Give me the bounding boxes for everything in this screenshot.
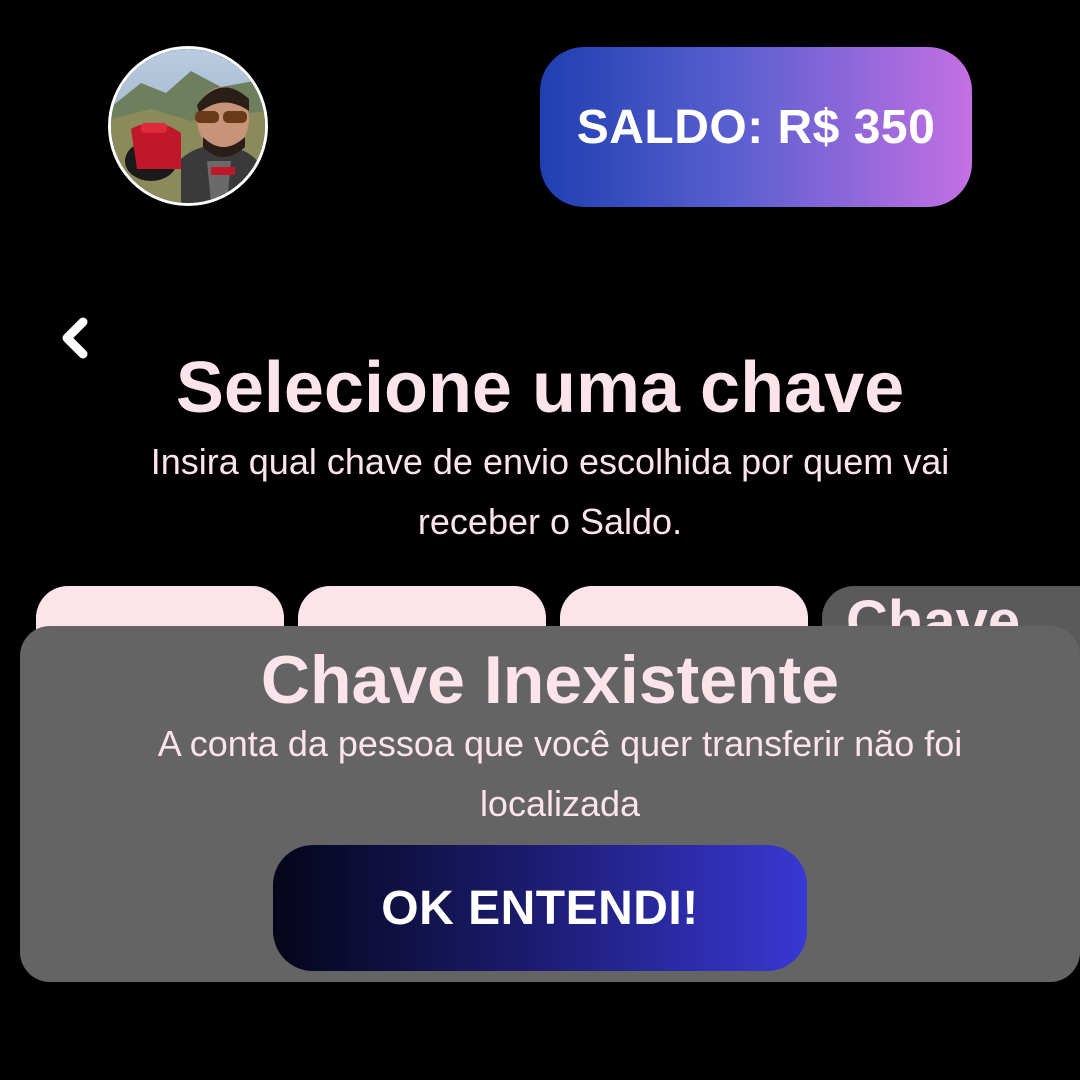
modal-message: A conta da pessoa que você quer transfer… <box>157 723 963 824</box>
ok-button[interactable]: OK ENTENDI! <box>273 845 807 971</box>
ok-button-label: OK ENTENDI! <box>381 881 699 935</box>
modal-title: Chave Inexistente <box>260 642 840 718</box>
screen: SALDO: R$ 350 Selecione uma chave Insira… <box>0 0 1080 1080</box>
